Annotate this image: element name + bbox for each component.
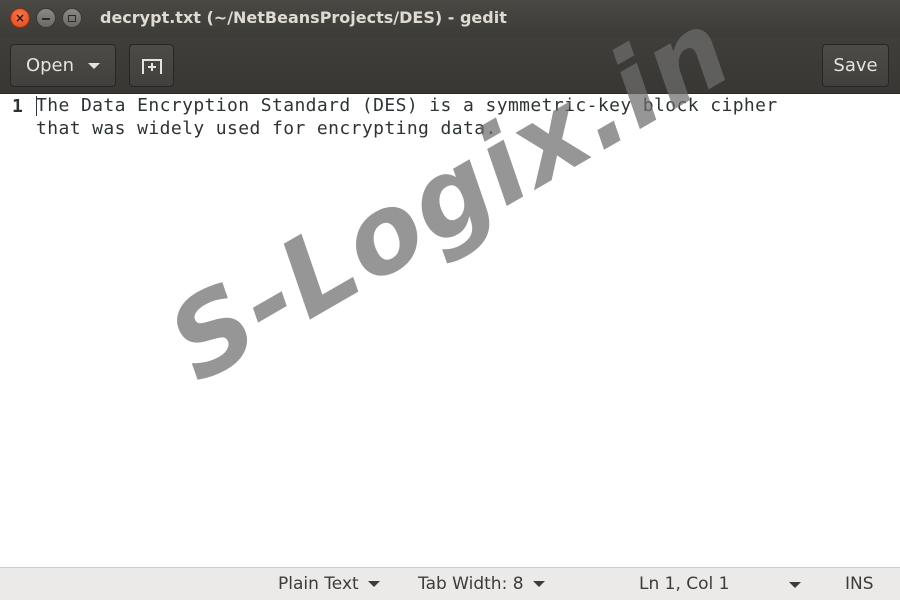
maximize-window-button[interactable] — [62, 8, 82, 28]
tab-width-selector[interactable]: Tab Width: 8 — [418, 574, 545, 594]
save-button[interactable]: Save — [822, 44, 889, 87]
insert-mode-label: INS — [845, 574, 874, 594]
save-button-label: Save — [833, 55, 878, 76]
chevron-down-icon[interactable] — [789, 582, 801, 588]
tab-width-label: Tab Width: 8 — [418, 574, 524, 594]
language-label: Plain Text — [278, 574, 359, 594]
chevron-down-icon — [88, 62, 101, 69]
status-bar: Plain Text Tab Width: 8 Ln 1, Col 1 INS — [0, 567, 900, 600]
open-button[interactable]: Open — [10, 44, 116, 87]
insert-mode-indicator[interactable]: INS — [845, 574, 874, 594]
new-tab-button[interactable] — [129, 44, 174, 87]
cursor-position-label: Ln 1, Col 1 — [639, 574, 730, 594]
header-bar: Open Save — [0, 37, 900, 94]
chevron-down-icon — [532, 581, 545, 587]
language-selector[interactable]: Plain Text — [278, 574, 380, 594]
line-number-gutter: 1 — [0, 94, 34, 567]
minimize-window-button[interactable] — [36, 8, 56, 28]
minimize-icon — [42, 18, 50, 20]
gedit-window: × decrypt.txt (~/NetBeansProjects/DES) -… — [0, 0, 900, 600]
line-number: 1 — [12, 96, 23, 117]
chevron-down-icon — [367, 581, 380, 587]
window-title: decrypt.txt (~/NetBeansProjects/DES) - g… — [100, 8, 507, 27]
title-bar[interactable]: × decrypt.txt (~/NetBeansProjects/DES) -… — [0, 0, 900, 37]
close-window-button[interactable]: × — [10, 8, 30, 28]
new-tab-icon — [141, 58, 162, 74]
cursor-position[interactable]: Ln 1, Col 1 — [639, 574, 730, 594]
text-cursor — [36, 96, 37, 116]
maximize-icon — [68, 14, 76, 22]
open-button-label: Open — [25, 55, 75, 76]
text-line[interactable]: The Data Encryption Standard (DES) is a … — [36, 94, 886, 117]
close-icon: × — [14, 11, 26, 25]
